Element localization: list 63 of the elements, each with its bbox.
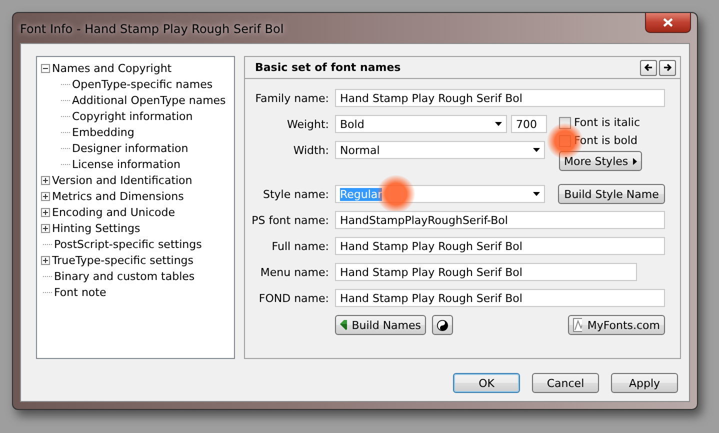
- dropdown-arrow-icon[interactable]: [533, 192, 540, 196]
- left-arrow-icon[interactable]: [644, 63, 653, 72]
- checkbox-label: Font is italic: [574, 116, 640, 129]
- tree-item[interactable]: OpenType-specific names: [72, 78, 213, 90]
- field-label: Family name:: [254, 92, 330, 104]
- tree-item[interactable]: Names and Copyright: [52, 62, 172, 74]
- forward-button[interactable]: [659, 60, 676, 76]
- tree-item[interactable]: Copyright information: [72, 110, 193, 122]
- right-arrow-icon[interactable]: [663, 63, 672, 72]
- more-styles-button[interactable]: More Styles: [559, 151, 642, 171]
- tree-item[interactable]: TrueType-specific settings: [52, 254, 194, 266]
- yin-yang-button[interactable]: [432, 315, 453, 335]
- expand-icon[interactable]: [41, 208, 50, 216]
- collapse-icon[interactable]: [41, 64, 50, 72]
- tree-item[interactable]: Font note: [54, 286, 106, 298]
- tree-item[interactable]: Additional OpenType names: [72, 94, 226, 106]
- input-field[interactable]: Hand Stamp Play Rough Serif Bol: [335, 89, 665, 107]
- chart-icon: [573, 318, 582, 332]
- tree-item[interactable]: Encoding and Unicode: [52, 206, 175, 218]
- tree-item[interactable]: Metrics and Dimensions: [52, 190, 184, 202]
- tree-item[interactable]: PostScript-specific settings: [54, 238, 202, 250]
- input-field[interactable]: HandStampPlayRoughSerif-Bol: [335, 211, 665, 229]
- field-label: Width:: [292, 144, 330, 156]
- input-field[interactable]: Hand Stamp Play Rough Serif Bol: [335, 263, 637, 281]
- dialog-button[interactable]: Cancel: [532, 373, 599, 393]
- input-field[interactable]: Hand Stamp Play Rough Serif Bol: [335, 289, 665, 307]
- expand-icon[interactable]: [41, 224, 50, 232]
- close-icon[interactable]: [663, 18, 673, 27]
- myfonts-button[interactable]: MyFonts.com: [568, 315, 665, 335]
- panel-title: Basic set of font names: [255, 61, 401, 74]
- tree-item[interactable]: Embedding: [72, 126, 134, 138]
- field-label: FOND name:: [258, 292, 330, 304]
- back-button[interactable]: [640, 60, 657, 76]
- tree-item[interactable]: License information: [72, 158, 180, 170]
- dialog-button[interactable]: Apply: [611, 373, 678, 393]
- dropdown-arrow-icon[interactable]: [495, 122, 502, 126]
- dialog-button[interactable]: OK: [453, 373, 520, 393]
- gem-icon: [340, 320, 347, 330]
- build-style-name-button[interactable]: Build Style Name: [558, 184, 665, 204]
- checkbox[interactable]: [559, 134, 571, 146]
- checkbox[interactable]: [559, 116, 571, 128]
- tree-item[interactable]: Hinting Settings: [52, 222, 140, 234]
- yin-yang-icon: [437, 318, 448, 332]
- field-label: PS font name:: [250, 214, 330, 226]
- input-field[interactable]: 700: [511, 115, 547, 133]
- dropdown-field[interactable]: Normal: [335, 141, 545, 159]
- build-names-button[interactable]: Build Names: [335, 315, 426, 335]
- field-label: Weight:: [286, 118, 330, 130]
- expand-icon[interactable]: [41, 256, 50, 264]
- field-label: Menu name:: [259, 266, 330, 278]
- tree-item[interactable]: Designer information: [72, 142, 188, 154]
- tree-item[interactable]: Version and Identification: [52, 174, 192, 186]
- expand-icon[interactable]: [41, 192, 50, 200]
- field-label: Style name:: [262, 188, 330, 200]
- dropdown-field[interactable]: Bold: [335, 115, 507, 133]
- field-label: Full name:: [270, 240, 330, 252]
- dropdown-arrow-icon[interactable]: [533, 148, 540, 152]
- input-field[interactable]: Hand Stamp Play Rough Serif Bol: [335, 237, 665, 255]
- tree-item[interactable]: Binary and custom tables: [54, 270, 195, 282]
- window-title: Font Info - Hand Stamp Play Rough Serif Bol: [20, 22, 284, 36]
- caret-icon: [633, 158, 637, 164]
- expand-icon[interactable]: [41, 176, 50, 184]
- close-button[interactable]: [645, 13, 691, 33]
